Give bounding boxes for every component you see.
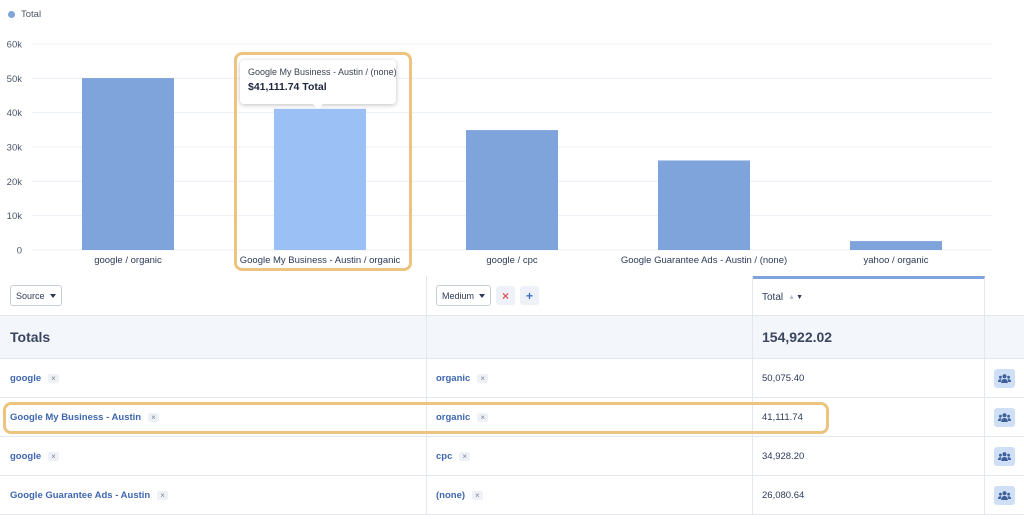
- medium-dimension-select[interactable]: Medium: [436, 285, 492, 306]
- y-tick-label: 60k: [7, 40, 23, 51]
- source-header-cell: Source: [0, 276, 427, 315]
- sort-desc-icon: ▼: [796, 293, 803, 301]
- table-header-row: Source Medium × + Total ▲ ▼: [0, 276, 1024, 316]
- remove-filter-icon[interactable]: ×: [477, 373, 488, 383]
- medium-link[interactable]: organic: [436, 412, 470, 423]
- totals-label-cell: Totals: [0, 316, 427, 358]
- totals-actions-cell: [985, 316, 1024, 358]
- remove-filter-icon[interactable]: ×: [48, 373, 59, 383]
- users-icon: [998, 412, 1011, 422]
- table-row: Google My Business - Austin × organic × 41…: [0, 398, 1024, 437]
- tooltip-value: $41,111.74 Total: [248, 81, 327, 93]
- source-link[interactable]: google: [10, 451, 41, 462]
- tooltip-title: Google My Business - Austin / (none): [248, 67, 397, 77]
- total-value: 50,075.40: [762, 372, 805, 384]
- table-row: Google Guarantee Ads - Austin × (none) × 2…: [0, 476, 1024, 515]
- total-value: 26,080.64: [762, 489, 805, 501]
- y-tick-label: 20k: [7, 177, 23, 188]
- totals-row: Totals 154,922.02: [0, 316, 1024, 359]
- remove-filter-icon[interactable]: ×: [477, 412, 488, 422]
- source-select-label: Source: [16, 290, 45, 301]
- add-dimension-button[interactable]: +: [520, 286, 540, 305]
- chart-svg: 0 10k 20k 30k 40k 50k 60k google / organic Googl…: [7, 40, 992, 266]
- source-link[interactable]: google: [10, 373, 41, 384]
- chart-tooltip: Google My Business - Austin / (none) $41…: [240, 60, 397, 109]
- totals-empty-cell: [427, 316, 753, 358]
- source-link[interactable]: Google Guarantee Ads - Austin: [10, 490, 150, 501]
- medium-link[interactable]: cpc: [436, 451, 452, 462]
- actions-header-cell: [985, 276, 1024, 315]
- total-value: 34,928.20: [762, 450, 805, 462]
- bar[interactable]: [850, 241, 942, 250]
- y-tick-label: 40k: [7, 108, 23, 119]
- users-button[interactable]: [994, 446, 1015, 466]
- table-row: google × cpc × 34,928.20: [0, 437, 1024, 476]
- x-tick-label: Google My Business - Austin / organic: [240, 255, 401, 266]
- x-tick-label: Google Guarantee Ads - Austin / (none): [621, 255, 787, 266]
- bar-chart: Total 0 10k 20k 30k 40k 50k 60k google / organi…: [0, 0, 1024, 276]
- remove-filter-icon[interactable]: ×: [48, 451, 59, 461]
- total-header-label: Total: [762, 291, 784, 303]
- totals-value: 154,922.02: [762, 329, 833, 345]
- medium-select-label: Medium: [442, 290, 475, 301]
- y-tick-label: 50k: [7, 74, 23, 85]
- sort-asc-icon: ▲: [788, 293, 796, 301]
- source-dimension-select[interactable]: Source: [10, 285, 62, 306]
- y-tick-label: 0: [17, 246, 22, 257]
- users-button[interactable]: [994, 485, 1015, 505]
- x-tick-label: google / cpc: [486, 255, 537, 266]
- tooltip-arrow: [313, 104, 323, 109]
- users-icon: [998, 451, 1011, 461]
- remove-filter-icon[interactable]: ×: [148, 412, 159, 422]
- remove-filter-icon[interactable]: ×: [157, 490, 168, 500]
- medium-link[interactable]: (none): [436, 490, 465, 501]
- remove-filter-icon[interactable]: ×: [472, 490, 483, 500]
- totals-value-cell: 154,922.02: [753, 316, 985, 358]
- users-icon: [998, 490, 1011, 500]
- medium-header-cell: Medium × +: [427, 276, 753, 315]
- x-tick-label: yahoo / organic: [864, 255, 929, 266]
- bar[interactable]: [274, 108, 366, 250]
- totals-label: Totals: [10, 329, 51, 345]
- users-button[interactable]: [994, 368, 1015, 388]
- users-icon: [998, 373, 1011, 383]
- remove-dimension-button[interactable]: ×: [496, 286, 516, 305]
- y-tick-label: 10k: [7, 211, 23, 222]
- caret-down-icon: [49, 293, 56, 298]
- total-header-cell[interactable]: Total ▲ ▼: [753, 276, 985, 315]
- bar[interactable]: [82, 78, 174, 250]
- table-row: google × organic × 50,075.40: [0, 359, 1024, 398]
- bar[interactable]: [466, 130, 558, 250]
- data-table: Source Medium × + Total ▲ ▼ Totals 154,9…: [0, 276, 1024, 519]
- sort-icon[interactable]: ▲ ▼: [788, 294, 803, 301]
- total-value: 41,111.74: [762, 411, 803, 423]
- y-tick-label: 30k: [7, 143, 23, 154]
- remove-filter-icon[interactable]: ×: [459, 451, 471, 461]
- medium-link[interactable]: organic: [436, 373, 470, 384]
- x-tick-label: google / organic: [94, 255, 162, 266]
- bar[interactable]: [658, 160, 750, 250]
- caret-down-icon: [479, 293, 486, 298]
- users-button[interactable]: [994, 407, 1015, 427]
- source-link[interactable]: Google My Business - Austin: [10, 412, 141, 423]
